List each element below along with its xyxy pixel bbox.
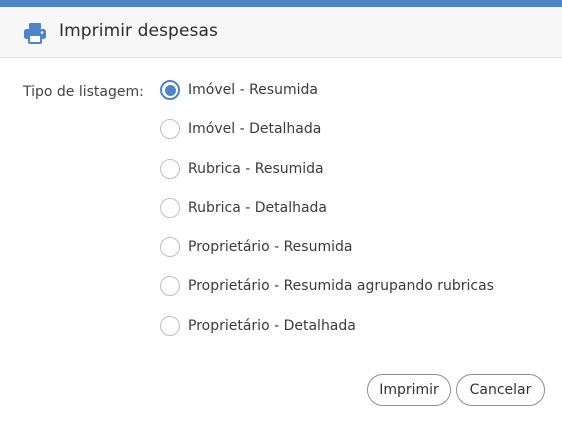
dialog-title: Imprimir despesas: [59, 21, 218, 41]
radio-button[interactable]: [160, 158, 180, 179]
radio-option-proprietario-resumida[interactable]: Proprietário - Resumida: [160, 237, 494, 276]
radio-option-imovel-detalhada[interactable]: Imóvel - Detalhada: [160, 119, 494, 158]
radio-option-rubrica-detalhada[interactable]: Rubrica - Detalhada: [160, 197, 494, 237]
radio-option-rubrica-resumida[interactable]: Rubrica - Resumida: [160, 158, 494, 198]
radio-option-label: Imóvel - Detalhada: [188, 121, 322, 138]
radio-option-imovel-resumida[interactable]: Imóvel - Resumida: [160, 80, 494, 119]
cancel-button[interactable]: Cancelar: [456, 374, 545, 406]
radio-button[interactable]: [160, 119, 180, 140]
radio-option-label: Rubrica - Resumida: [188, 160, 324, 177]
listing-type-radio-group: Imóvel - Resumida Imóvel - Detalhada Rub…: [160, 80, 494, 355]
radio-button[interactable]: [160, 315, 180, 336]
radio-button[interactable]: [160, 237, 180, 258]
radio-button[interactable]: [160, 276, 180, 297]
printer-icon: [23, 22, 47, 44]
radio-option-label: Imóvel - Resumida: [188, 82, 318, 98]
radio-option-label: Proprietário - Resumida agrupando rubric…: [188, 278, 494, 295]
radio-option-label: Rubrica - Detalhada: [188, 199, 328, 216]
radio-option-label: Proprietário - Resumida: [188, 239, 353, 256]
dialog-header: Imprimir despesas: [0, 7, 562, 58]
print-button[interactable]: Imprimir: [367, 374, 451, 406]
dialog-top-accent: [0, 0, 562, 7]
radio-button-checked[interactable]: [160, 80, 180, 100]
radio-option-label: Proprietário - Detalhada: [188, 317, 356, 334]
print-expenses-dialog: Imprimir despesas Tipo de listagem: Imóv…: [0, 0, 562, 422]
dialog-body: Tipo de listagem: Imóvel - Resumida Imóv…: [0, 58, 562, 358]
radio-option-proprietario-resumida-agrupando[interactable]: Proprietário - Resumida agrupando rubric…: [160, 276, 494, 315]
radio-option-proprietario-detalhada[interactable]: Proprietário - Detalhada: [160, 315, 494, 355]
radio-button[interactable]: [160, 197, 180, 218]
listing-type-label: Tipo de listagem:: [23, 84, 144, 100]
